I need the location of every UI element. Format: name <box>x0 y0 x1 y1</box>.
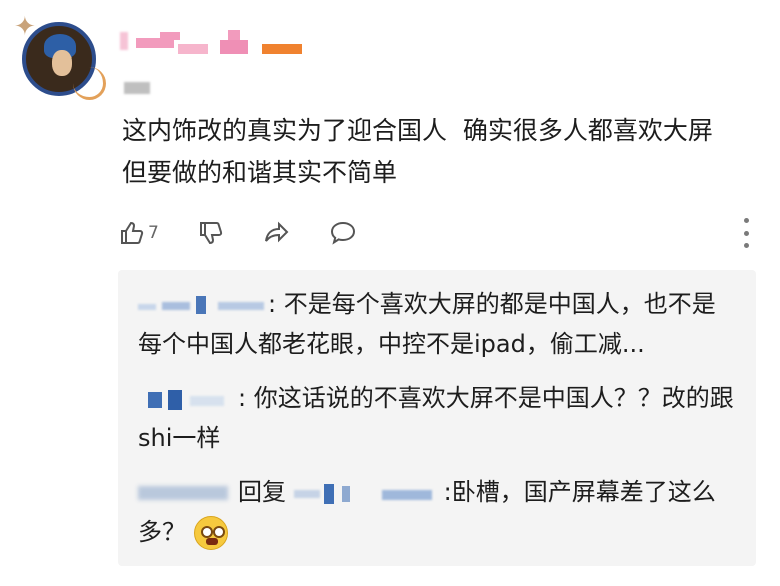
comment-icon <box>330 221 355 245</box>
frame-decoration <box>73 67 106 100</box>
reply-item[interactable]: 回复 :卧槽，国产屏幕差了这么多？ <box>138 472 736 552</box>
more-vertical-icon <box>743 218 749 223</box>
comment-actions: 7 <box>118 216 357 250</box>
reply-item[interactable]: : 你这话说的不喜欢大屏不是中国人？？改的跟shi一样 <box>138 378 736 458</box>
share-button[interactable] <box>263 219 291 247</box>
share-icon <box>264 221 289 243</box>
reply-username-blurred[interactable] <box>138 294 268 316</box>
like-count: 7 <box>148 223 159 243</box>
like-button[interactable]: 7 <box>118 219 159 247</box>
timestamp-blurred <box>124 82 150 94</box>
reply-button[interactable] <box>329 219 357 247</box>
dislike-button[interactable] <box>197 219 225 247</box>
replies-panel[interactable]: : 不是每个喜欢大屏的都是中国人，也不是每个中国人都老花眼，中控不是ipad，偷… <box>118 270 756 566</box>
reply-username-blurred[interactable] <box>138 482 238 504</box>
reply-username-blurred[interactable] <box>138 388 238 410</box>
more-options-button[interactable] <box>736 218 756 248</box>
shocked-face-emoji-icon <box>193 516 228 550</box>
comment-text: 这内饰改的真实为了迎合国人 确实很多人都喜欢大屏 但要做的和谐其实不简单 <box>122 116 729 187</box>
reply-label: 回复 <box>238 478 286 506</box>
avatar[interactable]: ✦ <box>14 14 106 106</box>
thumb-down-icon <box>199 222 222 245</box>
mentioned-username-blurred[interactable] <box>293 482 444 504</box>
thumb-up-icon <box>121 221 144 244</box>
reply-item[interactable]: : 不是每个喜欢大屏的都是中国人，也不是每个中国人都老花眼，中控不是ipad，偷… <box>138 284 736 364</box>
